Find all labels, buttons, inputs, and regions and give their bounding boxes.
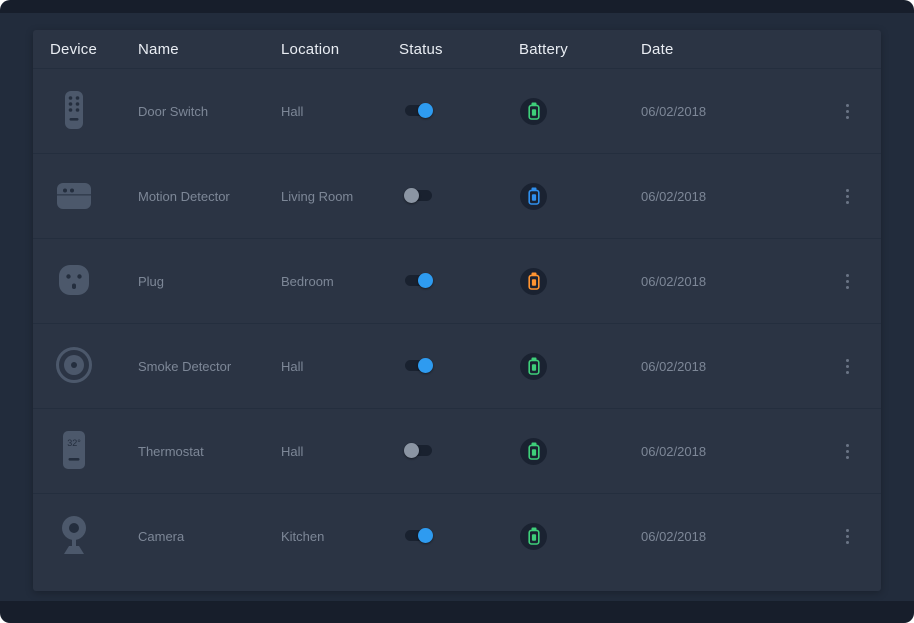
device-cell xyxy=(50,173,138,220)
toggle-knob xyxy=(418,358,433,373)
device-cell xyxy=(50,513,138,560)
smoke-detector-icon xyxy=(52,343,96,387)
app-window: Device Name Location Status Battery Date… xyxy=(0,0,914,623)
device-name: Thermostat xyxy=(138,444,281,459)
toggle-knob xyxy=(418,103,433,118)
kebab-menu-icon[interactable] xyxy=(840,439,855,464)
battery-cell xyxy=(519,268,641,295)
device-table-card: Device Name Location Status Battery Date… xyxy=(33,30,881,591)
battery-icon xyxy=(527,527,541,545)
device-cell xyxy=(50,343,138,390)
device-cell: 32° xyxy=(50,428,138,475)
table-row: 32° Thermostat Hall 06/02/2018 xyxy=(33,408,881,493)
device-location: Living Room xyxy=(281,189,399,204)
toggle-knob xyxy=(404,188,419,203)
battery-indicator xyxy=(520,98,547,125)
actions-cell xyxy=(831,99,855,124)
actions-cell xyxy=(831,524,855,549)
toggle-knob xyxy=(418,273,433,288)
device-date: 06/02/2018 xyxy=(641,189,831,204)
device-location: Kitchen xyxy=(281,529,399,544)
column-header-location: Location xyxy=(281,41,399,58)
device-name: Door Switch xyxy=(138,104,281,119)
actions-cell xyxy=(831,354,855,379)
status-cell xyxy=(399,529,519,544)
toggle-knob xyxy=(404,443,419,458)
battery-indicator xyxy=(520,353,547,380)
status-toggle[interactable] xyxy=(405,105,432,116)
table-row: Smoke Detector Hall 06/02/2018 xyxy=(33,323,881,408)
plug-icon xyxy=(52,258,96,302)
device-location: Hall xyxy=(281,104,399,119)
status-cell xyxy=(399,189,519,204)
column-header-name: Name xyxy=(138,41,281,58)
status-cell xyxy=(399,359,519,374)
table-row: Motion Detector Living Room 06/02/2018 xyxy=(33,153,881,238)
battery-cell xyxy=(519,98,641,125)
motion-detector-icon xyxy=(52,173,96,217)
table-header-row: Device Name Location Status Battery Date xyxy=(33,30,881,68)
actions-cell xyxy=(831,439,855,464)
device-date: 06/02/2018 xyxy=(641,444,831,459)
kebab-menu-icon[interactable] xyxy=(840,184,855,209)
battery-cell xyxy=(519,438,641,465)
table-row: Plug Bedroom 06/02/2018 xyxy=(33,238,881,323)
column-header-date: Date xyxy=(641,41,831,58)
status-toggle[interactable] xyxy=(405,360,432,371)
kebab-menu-icon[interactable] xyxy=(840,524,855,549)
table-body: Door Switch Hall 06/02/2018 xyxy=(33,68,881,578)
battery-indicator xyxy=(520,438,547,465)
battery-indicator xyxy=(520,183,547,210)
status-cell xyxy=(399,104,519,119)
column-header-battery: Battery xyxy=(519,41,641,58)
kebab-menu-icon[interactable] xyxy=(840,269,855,294)
device-date: 06/02/2018 xyxy=(641,104,831,119)
battery-icon xyxy=(527,272,541,290)
device-location: Bedroom xyxy=(281,274,399,289)
status-cell xyxy=(399,274,519,289)
device-date: 06/02/2018 xyxy=(641,274,831,289)
battery-icon xyxy=(527,187,541,205)
battery-indicator xyxy=(520,523,547,550)
door-switch-icon xyxy=(52,88,96,132)
thermostat-icon: 32° xyxy=(52,428,96,472)
status-toggle[interactable] xyxy=(405,445,432,456)
device-location: Hall xyxy=(281,359,399,374)
status-cell xyxy=(399,444,519,459)
status-toggle[interactable] xyxy=(405,190,432,201)
device-name: Camera xyxy=(138,529,281,544)
device-date: 06/02/2018 xyxy=(641,359,831,374)
actions-cell xyxy=(831,269,855,294)
status-toggle[interactable] xyxy=(405,530,432,541)
device-cell xyxy=(50,88,138,135)
battery-icon xyxy=(527,102,541,120)
camera-icon xyxy=(52,513,96,557)
battery-cell xyxy=(519,183,641,210)
device-date: 06/02/2018 xyxy=(641,529,831,544)
table-row: Door Switch Hall 06/02/2018 xyxy=(33,68,881,153)
battery-icon xyxy=(527,442,541,460)
device-name: Smoke Detector xyxy=(138,359,281,374)
kebab-menu-icon[interactable] xyxy=(840,354,855,379)
battery-icon xyxy=(527,357,541,375)
column-header-status: Status xyxy=(399,41,519,58)
device-name: Motion Detector xyxy=(138,189,281,204)
actions-cell xyxy=(831,184,855,209)
column-header-device: Device xyxy=(50,41,138,58)
table-row: Camera Kitchen 06/02/2018 xyxy=(33,493,881,578)
battery-cell xyxy=(519,523,641,550)
battery-indicator xyxy=(520,268,547,295)
device-name: Plug xyxy=(138,274,281,289)
toggle-knob xyxy=(418,528,433,543)
page-background: Device Name Location Status Battery Date… xyxy=(0,13,914,601)
battery-cell xyxy=(519,353,641,380)
device-cell xyxy=(50,258,138,305)
kebab-menu-icon[interactable] xyxy=(840,99,855,124)
svg-text:32°: 32° xyxy=(67,438,81,448)
status-toggle[interactable] xyxy=(405,275,432,286)
device-location: Hall xyxy=(281,444,399,459)
